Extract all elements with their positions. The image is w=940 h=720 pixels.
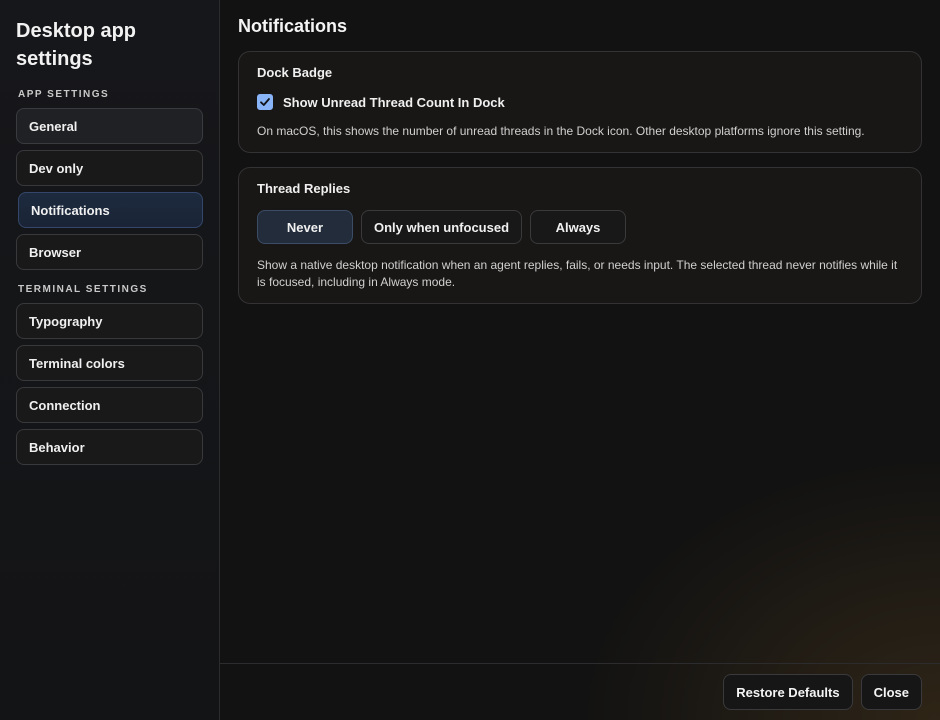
page-title: Notifications — [238, 16, 348, 36]
thread-replies-description: Show a native desktop notification when … — [257, 258, 898, 289]
sidebar: Desktop app settings APP SETTINGS Genera… — [0, 0, 220, 720]
thread-replies-card: Thread Replies Never Only when unfocused… — [238, 167, 922, 304]
option-always-button[interactable]: Always — [530, 210, 626, 244]
sidebar-item-dev-only[interactable]: Dev only — [16, 150, 203, 186]
thread-replies-options: Never Only when unfocused Always — [257, 210, 903, 244]
dock-badge-card: Dock Badge Show Unread Thread Count In D… — [238, 51, 922, 153]
sidebar-item-browser[interactable]: Browser — [16, 234, 203, 270]
close-button[interactable]: Close — [860, 674, 922, 710]
settings-window: Desktop app settings APP SETTINGS Genera… — [0, 0, 940, 720]
section-label-terminal-settings: TERMINAL SETTINGS — [18, 284, 148, 295]
sidebar-item-general[interactable]: General — [16, 108, 203, 144]
sidebar-item-terminal-colors[interactable]: Terminal colors — [16, 345, 203, 381]
sidebar-item-typography[interactable]: Typography — [16, 303, 203, 339]
section-label-app-settings: APP SETTINGS — [18, 89, 110, 100]
option-never-button[interactable]: Never — [257, 210, 353, 244]
sidebar-title: Desktop app settings — [16, 20, 137, 70]
show-unread-count-label[interactable]: Show Unread Thread Count In Dock — [283, 95, 505, 110]
sidebar-item-notifications[interactable]: Notifications — [18, 192, 203, 228]
sidebar-item-connection[interactable]: Connection — [16, 387, 203, 423]
option-only-when-unfocused-button[interactable]: Only when unfocused — [361, 210, 522, 244]
dock-badge-description: On macOS, this shows the number of unrea… — [257, 124, 865, 138]
main-panel: Notifications Dock Badge Show Unread Thr… — [220, 0, 940, 720]
dock-badge-checkbox-row: Show Unread Thread Count In Dock — [257, 94, 903, 110]
footer-bar: Restore Defaults Close — [220, 663, 940, 720]
nav-list-app-settings: General Dev only Notifications Browser — [16, 108, 203, 270]
sidebar-item-behavior[interactable]: Behavior — [16, 429, 203, 465]
nav-list-terminal-settings: Typography Terminal colors Connection Be… — [16, 303, 203, 465]
thread-replies-title: Thread Replies — [257, 181, 351, 196]
show-unread-count-checkbox[interactable] — [257, 94, 273, 110]
checkmark-icon — [260, 98, 270, 106]
dock-badge-title: Dock Badge — [257, 65, 333, 80]
restore-defaults-button[interactable]: Restore Defaults — [723, 674, 853, 710]
